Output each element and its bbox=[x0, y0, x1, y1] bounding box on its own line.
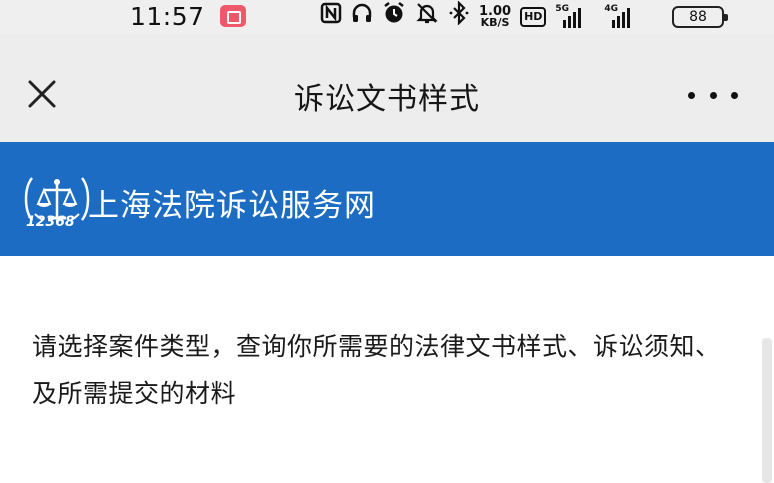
network-speed: 1.00 KB/S bbox=[479, 5, 511, 29]
status-bar: 11:57 1.00 KB/S HD 5G 4G 88 bbox=[0, 0, 774, 34]
scales-of-justice-icon bbox=[24, 177, 90, 221]
record-icon bbox=[220, 5, 246, 27]
intro-text: 请选择案件类型，查询你所需要的法律文书样式、诉讼须知、及所需提交的材料 bbox=[32, 332, 721, 408]
site-header-banner: 12368 上海法院诉讼服务网 bbox=[0, 142, 774, 256]
more-options-button[interactable] bbox=[688, 80, 738, 110]
signal-icon-2: 4G bbox=[604, 4, 631, 28]
status-icons: 1.00 KB/S HD 5G 4G bbox=[320, 0, 631, 33]
nfc-icon bbox=[320, 2, 342, 32]
signal1-label: 5G bbox=[555, 4, 570, 14]
more-dot-icon bbox=[709, 91, 717, 99]
court-logo[interactable]: 12368 bbox=[22, 170, 94, 242]
mute-icon bbox=[415, 1, 439, 33]
signal-icon-1: 5G bbox=[555, 4, 582, 28]
hd-badge: HD bbox=[520, 7, 547, 27]
site-name[interactable]: 上海法院诉讼服务网 bbox=[88, 180, 376, 225]
headset-icon bbox=[351, 2, 373, 32]
logo-number: 12368 bbox=[26, 214, 75, 230]
scrollbar[interactable] bbox=[762, 338, 772, 483]
status-time: 11:57 bbox=[130, 2, 205, 31]
page-title: 诉讼文书样式 bbox=[294, 82, 480, 117]
signal2-label: 4G bbox=[604, 4, 619, 14]
alarm-icon bbox=[382, 1, 406, 33]
battery-icon: 88 bbox=[672, 6, 728, 28]
network-speed-unit: KB/S bbox=[480, 16, 510, 29]
bluetooth-icon bbox=[448, 0, 470, 33]
main-content: 请选择案件类型，查询你所需要的法律文书样式、诉讼须知、及所需提交的材料 bbox=[0, 256, 774, 483]
more-dot-icon bbox=[731, 91, 738, 99]
more-dot-icon bbox=[688, 91, 695, 99]
title-bar: 诉讼文书样式 bbox=[0, 34, 774, 142]
